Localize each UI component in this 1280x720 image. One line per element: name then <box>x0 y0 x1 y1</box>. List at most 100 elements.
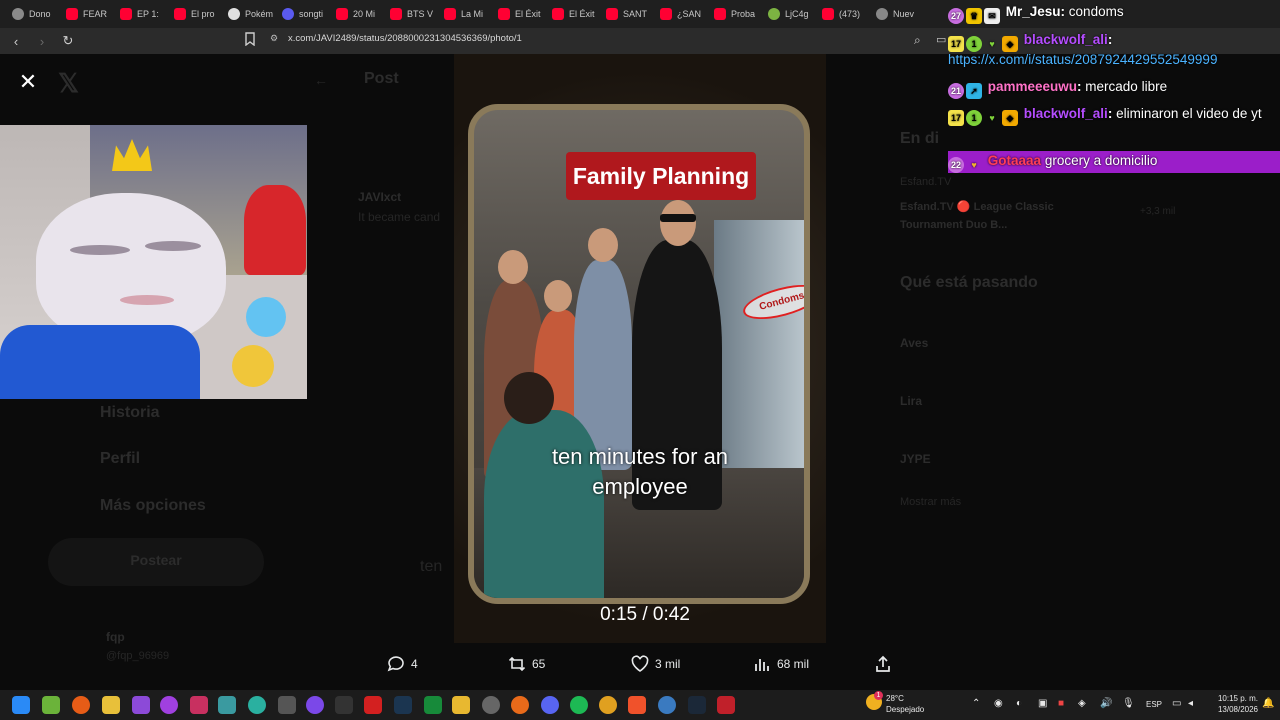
repost-button[interactable]: 65 <box>508 655 545 673</box>
browser-tab[interactable]: Pokém <box>220 3 274 25</box>
chat-text: condoms <box>1068 4 1124 19</box>
tray-volume-icon[interactable]: ◂ <box>1188 698 1193 709</box>
chat-text: eliminaron el video de yt <box>1116 106 1262 121</box>
browser-tab[interactable]: El Éxit <box>544 3 598 25</box>
heart-icon <box>631 655 649 672</box>
browser-tab[interactable]: (473) <box>814 3 868 25</box>
chat-link[interactable]: https://x.com/i/status/20879244295525499… <box>948 52 1217 67</box>
views-count: 68 mil <box>777 657 810 671</box>
browser-tab[interactable]: BTS V <box>382 3 436 25</box>
browser-tab[interactable]: 20 Mi <box>328 3 382 25</box>
url-text: x.com/JAVI2489/status/208800023130453636… <box>288 33 522 44</box>
spiderman-plush <box>244 185 306 275</box>
valorant-icon[interactable] <box>190 696 208 714</box>
reload-icon[interactable]: ↻ <box>58 31 78 51</box>
close-icon[interactable]: ✕ <box>16 70 40 94</box>
browser-tab[interactable]: Proba <box>706 3 760 25</box>
x-logo-icon: 𝕏 <box>58 68 79 98</box>
forward-arrow-icon[interactable]: › <box>32 31 52 51</box>
address-bar[interactable]: ⚙ x.com/JAVI2489/status/2088000231304536… <box>270 33 522 44</box>
windows-taskbar: 1 28°C Despejado ⌃ ◉ ◐ ▣ ■ ◈ 🔊 🎙 ESP ▭ ◂… <box>0 690 1280 720</box>
clock-time[interactable]: 10:15 p. m. <box>1208 694 1258 703</box>
app-icon[interactable] <box>218 696 236 714</box>
twitch-icon[interactable] <box>132 696 150 714</box>
back-arrow-icon[interactable]: ‹ <box>6 31 26 51</box>
chrome-icon[interactable] <box>599 696 617 714</box>
browser-tab[interactable]: FEAR <box>58 3 112 25</box>
steam-icon[interactable] <box>688 696 706 714</box>
zoom-icon[interactable]: ⌕ <box>914 33 921 48</box>
minecraft-icon[interactable] <box>42 696 60 714</box>
like-button[interactable]: 3 mil <box>631 655 680 673</box>
app-icon[interactable] <box>72 696 90 714</box>
firefox-icon[interactable] <box>511 696 529 714</box>
browser-tab[interactable]: El Éxit <box>490 3 544 25</box>
browser-tab[interactable]: LjC4g <box>760 3 814 25</box>
share-button[interactable] <box>874 655 892 673</box>
volume-icon[interactable]: 🔊 <box>1100 698 1112 709</box>
browser-tab[interactable]: Dono <box>4 3 58 25</box>
browser-tab[interactable]: El pro <box>166 3 220 25</box>
x-icon <box>282 8 294 20</box>
views-button[interactable]: 68 mil <box>753 655 809 673</box>
gift-badge-icon: ✉ <box>984 8 1000 24</box>
notifications-icon[interactable]: 🔔 <box>1262 698 1274 709</box>
post-button: Postear <box>48 538 264 586</box>
tweet-author: JAVIxct <box>358 190 402 204</box>
start-icon[interactable] <box>12 696 30 714</box>
browser-tab[interactable]: songti <box>274 3 328 25</box>
chat-text: mercado libre <box>1085 79 1168 94</box>
browser-tab[interactable]: SANT <box>598 3 652 25</box>
browser-tab[interactable]: EP 1: <box>112 3 166 25</box>
site-info-icon[interactable]: ⚙ <box>270 33 278 44</box>
back-arrow-icon: ← <box>314 72 328 88</box>
brave-icon[interactable] <box>628 696 646 714</box>
app-icon[interactable] <box>364 696 382 714</box>
browser-tab[interactable]: ¿SAN <box>652 3 706 25</box>
tray-app-icon[interactable]: ▣ <box>1038 698 1047 709</box>
microphone-icon[interactable]: 🎙 <box>1122 698 1135 709</box>
app-icon[interactable] <box>160 696 178 714</box>
extension-icon[interactable]: ▭ <box>936 33 946 46</box>
tab-label: songti <box>299 9 324 19</box>
discord-icon[interactable] <box>541 696 559 714</box>
language-indicator[interactable]: ESP <box>1146 700 1162 709</box>
app-icon[interactable] <box>658 696 676 714</box>
youtube-icon <box>120 8 132 20</box>
youtube-icon <box>660 8 672 20</box>
notepad-icon[interactable] <box>278 696 296 714</box>
notes-icon[interactable] <box>102 696 120 714</box>
reply-button[interactable]: 4 <box>387 655 418 673</box>
family-planning-sign: Family Planning <box>566 152 756 200</box>
chat-message: 21 ➚ pammeeeuwu: mercado libre <box>948 77 1280 99</box>
app-icon[interactable] <box>306 696 324 714</box>
file-explorer-icon[interactable] <box>452 696 470 714</box>
orange-heart-icon: ♥ <box>971 160 977 170</box>
network-icon[interactable]: ▭ <box>1172 698 1181 709</box>
spotify-icon[interactable] <box>570 696 588 714</box>
app-icon[interactable] <box>717 696 735 714</box>
tab-label: El Éxit <box>515 9 541 19</box>
browser-tab[interactable]: Nuev <box>868 3 922 25</box>
tray-app-icon[interactable]: ◉ <box>994 698 1003 709</box>
app-icon[interactable] <box>248 696 266 714</box>
clock-date[interactable]: 13/08/2026 <box>1208 705 1258 714</box>
settings-icon[interactable] <box>482 696 500 714</box>
youtube-icon <box>444 8 456 20</box>
capcut-icon[interactable] <box>335 696 353 714</box>
tray-app-icon[interactable]: ■ <box>1058 698 1064 709</box>
live-section-title: En di <box>900 130 940 147</box>
video-player[interactable]: Family Planning Condoms ten minutes for … <box>454 54 826 643</box>
weather-condition: Despejado <box>886 705 925 714</box>
youtube-icon <box>822 8 834 20</box>
bookmark-icon[interactable] <box>244 32 256 49</box>
tray-app-icon[interactable]: ◈ <box>1078 698 1086 709</box>
weather-alert-badge: 1 <box>874 691 883 700</box>
xbox-icon[interactable] <box>424 696 442 714</box>
photoshop-icon[interactable] <box>394 696 412 714</box>
tray-app-icon[interactable]: ◐ <box>1016 698 1022 709</box>
browser-tab[interactable]: La Mi <box>436 3 490 25</box>
chevron-up-icon[interactable]: ⌃ <box>972 698 980 709</box>
repost-icon <box>508 656 526 672</box>
tab-label: 20 Mi <box>353 9 376 19</box>
